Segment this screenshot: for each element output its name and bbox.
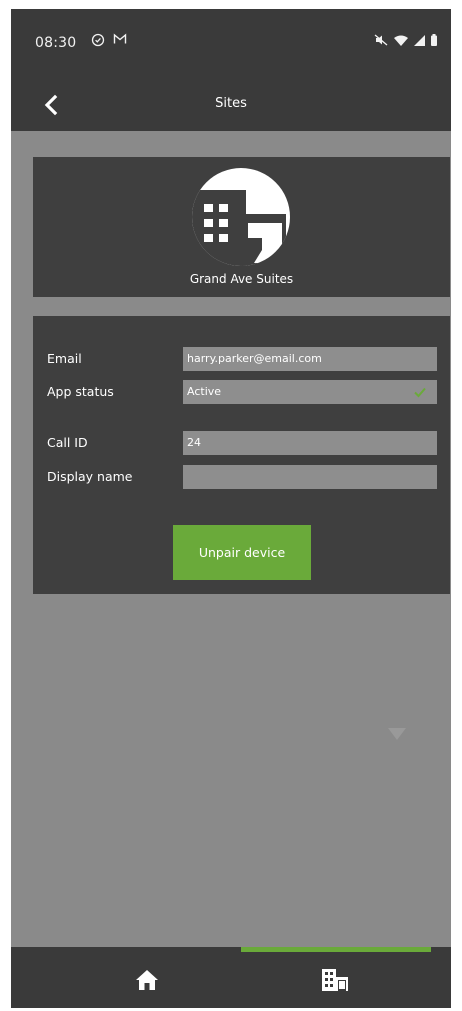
app-bar: Sites: [11, 79, 451, 131]
email-field[interactable]: [183, 347, 437, 371]
site-avatar: [192, 168, 290, 266]
site-name: Grand Ave Suites: [189, 272, 294, 286]
app-status-value: Active: [187, 385, 222, 398]
status-time: 08:30: [35, 35, 77, 51]
app-status-label: App status: [47, 384, 114, 399]
app-status-row: App status Active: [33, 380, 450, 404]
email-row: Email: [33, 347, 450, 371]
app-status-field[interactable]: Active: [183, 380, 437, 404]
dropdown-arrow-icon: [388, 728, 406, 740]
call-id-field[interactable]: [183, 431, 437, 455]
nav-home-tab[interactable]: [117, 957, 177, 1002]
display-name-field[interactable]: [183, 465, 437, 489]
email-label: Email: [47, 351, 82, 366]
unpair-device-button[interactable]: Unpair device: [173, 525, 311, 580]
call-id-label: Call ID: [47, 435, 88, 450]
check-icon: [414, 387, 426, 398]
active-tab-indicator: [241, 947, 431, 952]
wifi-icon: [394, 35, 408, 50]
call-id-row: Call ID: [33, 431, 450, 455]
alarm-check-icon: [91, 33, 105, 51]
battery-icon: [431, 34, 437, 50]
mute-icon: [374, 34, 388, 50]
gmail-icon: [113, 33, 127, 51]
building-icon: [322, 968, 348, 991]
status-bar: 08:30: [11, 9, 451, 79]
status-icons-right: [374, 34, 437, 50]
display-name-row: Display name: [33, 465, 450, 489]
signal-icon: [414, 34, 425, 50]
app-screen: 08:30 Sites Grand Ave Suites Email harry…: [11, 9, 451, 1008]
site-card: Grand Ave Suites: [33, 157, 450, 297]
nav-sites-tab[interactable]: [305, 957, 365, 1002]
status-icons-left: [91, 33, 127, 51]
home-icon: [136, 969, 158, 990]
details-card: Email App status Active Call ID Display …: [33, 316, 450, 594]
display-name-label: Display name: [47, 469, 133, 484]
building-icon: [192, 190, 286, 266]
bottom-nav: [11, 947, 451, 1008]
page-title: Sites: [215, 96, 247, 111]
